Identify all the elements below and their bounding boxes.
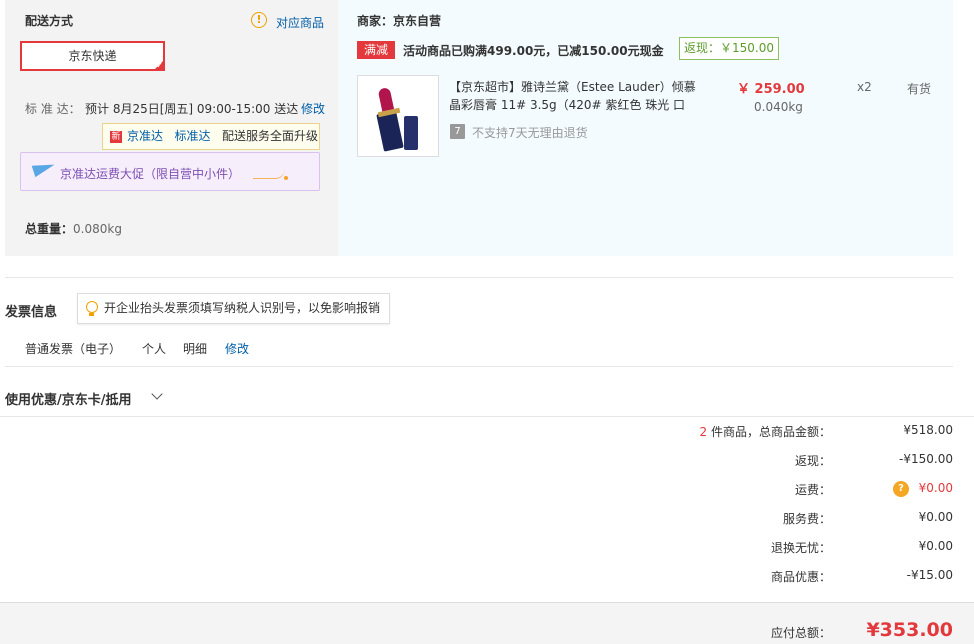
seller-info: 商家：京东自营	[357, 12, 441, 29]
coupon-toggle[interactable]: 使用优惠/京东卡/抵用	[5, 389, 132, 408]
seller-name: 京东自营	[393, 14, 442, 28]
jzd-brand: 京准达	[127, 129, 164, 143]
invoice-tip-text: 开企业抬头发票须填写纳税人识别号，以免影响报销	[104, 301, 381, 315]
product-price: ￥ 259.00	[737, 82, 805, 97]
full-reduction-badge: 满减	[357, 41, 395, 59]
swoosh-decoration	[253, 169, 285, 179]
new-badge-icon: 新	[110, 130, 122, 143]
total-value: ¥353.00	[866, 619, 953, 641]
return-policy: 不支持7天无理由退货	[472, 126, 588, 140]
invoice-detail: 明细	[183, 342, 208, 356]
upgrade-text: 配送服务全面升级	[221, 129, 318, 143]
bzd-brand: 标准达	[174, 129, 211, 143]
ship-method-label: 京东快递	[68, 49, 117, 63]
goods-total: ¥518.00	[903, 423, 953, 437]
seller-label: 商家：	[357, 14, 394, 28]
total-weight-label: 总重量：	[25, 222, 74, 236]
rebate-badge: 返现：￥150.00	[679, 37, 779, 60]
delivery-upgrade-tip: 新京准达 标准达 配送服务全面升级	[102, 123, 320, 150]
ship-method-jd-express[interactable]: 京东快递 ✓	[20, 41, 165, 71]
total-weight: 总重量：0.080kg	[25, 220, 122, 237]
jzd-promo-banner[interactable]: 京准达运费大促（限自营中小件）	[20, 152, 320, 191]
lightbulb-icon	[86, 301, 98, 316]
discount-label: 商品优惠：	[770, 570, 831, 584]
product-qty: x2	[857, 80, 872, 94]
invoice-type: 普通发票（电子）	[25, 342, 122, 356]
goods-count-label: 2 件商品，总商品金额：	[700, 423, 831, 440]
no-return-icon: 7	[450, 124, 465, 139]
promo-summary: 活动商品已购满499.00元，已减150.00元现金	[403, 44, 664, 58]
product-stock: 有货	[907, 82, 932, 96]
return-worry-label: 退换无忧：	[770, 541, 831, 555]
service-fee-label: 服务费：	[782, 512, 831, 526]
standard-delivery-label: 标 准 达：	[25, 102, 81, 116]
paper-plane-icon	[31, 158, 57, 178]
discount-value: -¥15.00	[906, 568, 953, 582]
shipping-value: ¥0.00	[918, 481, 953, 495]
invoice-title: 发票信息	[5, 305, 58, 320]
delivery-title: 配送方式	[25, 14, 74, 28]
promo-text: 京准达运费大促（限自营中小件）	[60, 167, 241, 181]
lipstick-cap	[404, 116, 418, 150]
shipping-label: 运费：	[794, 483, 831, 497]
delivery-modify-link[interactable]: 修改	[301, 100, 325, 117]
dot-decoration	[284, 176, 288, 180]
return-worry-value: ¥0.00	[918, 539, 953, 553]
goods-count-suffix: 件商品，总商品金额：	[707, 425, 831, 439]
invoice-modify-link[interactable]: 修改	[225, 340, 249, 357]
product-name-line1[interactable]: 【京东超市】雅诗兰黛（Estee Lauder）倾慕	[449, 78, 696, 95]
product-image[interactable]	[357, 75, 439, 157]
total-label: 应付总额：	[770, 626, 831, 640]
info-circle-icon[interactable]: !	[251, 12, 267, 28]
check-icon: ✓	[156, 61, 163, 70]
standard-delivery-time: 预计 8月25日[周五] 09:00-15:00 送达	[85, 102, 299, 116]
rebate-label: 返现：	[794, 454, 831, 468]
rebate-value: -¥150.00	[899, 452, 953, 466]
invoice-tip: 开企业抬头发票须填写纳税人识别号，以免影响报销	[77, 293, 390, 324]
chevron-down-icon[interactable]	[151, 388, 163, 400]
invoice-personal: 个人	[142, 342, 167, 356]
product-name-line2[interactable]: 晶彩唇膏 11# 3.5g（420# 紫红色 珠光 口	[449, 96, 685, 113]
divider	[0, 416, 974, 417]
divider	[5, 277, 953, 278]
product-weight: 0.040kg	[754, 100, 803, 114]
service-fee-value: ¥0.00	[918, 510, 953, 524]
match-items-link[interactable]: 对应商品	[276, 14, 324, 31]
divider	[5, 366, 953, 367]
question-circle-icon[interactable]: ?	[893, 481, 909, 497]
total-weight-value: 0.080kg	[73, 222, 122, 236]
